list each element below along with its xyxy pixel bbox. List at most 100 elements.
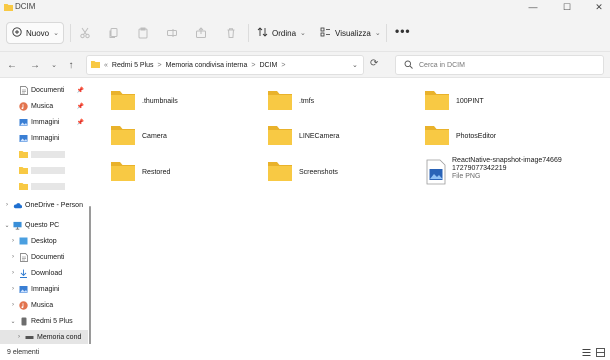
maximize-button[interactable]: ☐ xyxy=(556,0,578,14)
sidebar-item-musica[interactable]: Musica 📌 xyxy=(0,99,88,113)
expand-chevron-icon[interactable]: › xyxy=(9,254,17,260)
sidebar-item-hidden-folder[interactable] xyxy=(0,163,88,177)
sidebar-item-download[interactable]: › Download xyxy=(0,266,88,280)
sidebar-item-hidden-folder[interactable] xyxy=(0,179,88,193)
share-icon[interactable] xyxy=(194,26,208,40)
drive-icon xyxy=(25,333,34,342)
item-name: Restored xyxy=(142,168,171,176)
minimize-button[interactable]: — xyxy=(522,0,544,14)
sidebar-item-immagini[interactable]: Immagini 📌 xyxy=(0,115,88,129)
collapse-chevron-icon[interactable]: ⌄ xyxy=(3,222,11,229)
redacted-label xyxy=(31,182,65,190)
pictures-icon xyxy=(19,285,28,294)
sort-dropdown[interactable]: Ordina ⌄ xyxy=(257,26,306,40)
view-dropdown[interactable]: Visualizza ⌄ xyxy=(320,26,381,40)
command-bar: Nuovo ⌄ Ordina ⌄ Visualizza ⌄ ••• xyxy=(0,14,610,52)
sidebar-item-hidden-folder[interactable] xyxy=(0,147,88,161)
pin-icon[interactable]: 📌 xyxy=(77,87,84,94)
sidebar-item-onedrive[interactable]: › OneDrive - Person xyxy=(0,198,88,212)
pictures-icon xyxy=(19,134,28,143)
search-icon xyxy=(404,60,413,71)
sidebar-item-desktop[interactable]: › Desktop xyxy=(0,234,88,248)
chevron-down-icon: ⌄ xyxy=(300,30,306,37)
sidebar-item-documenti[interactable]: Documenti 📌 xyxy=(0,83,88,97)
delete-icon[interactable] xyxy=(224,26,238,40)
sidebar-item-immagini-2[interactable]: Immagini xyxy=(0,131,88,145)
sidebar-item-label: Musica xyxy=(31,102,54,110)
folder-item[interactable]: LINECamera xyxy=(267,121,339,151)
folder-item[interactable]: PhotosEditor xyxy=(424,121,496,151)
file-item[interactable]: ReactNative-snapshot-image74669 17279077… xyxy=(426,157,562,189)
details-view-icon[interactable] xyxy=(582,348,591,357)
sidebar-item-label: Download xyxy=(31,269,63,277)
chevron-down-icon: ⌄ xyxy=(374,30,381,37)
png-file-icon xyxy=(426,159,446,187)
new-button[interactable]: Nuovo ⌄ xyxy=(6,22,64,44)
sidebar-item-pc-documenti[interactable]: › Documenti xyxy=(0,250,88,264)
cloud-icon xyxy=(13,201,22,210)
more-options-button[interactable]: ••• xyxy=(395,24,411,38)
breadcrumb-redmi[interactable]: Redmi 5 Plus xyxy=(112,62,154,69)
expand-chevron-icon[interactable]: › xyxy=(3,202,11,208)
recent-chevron-icon[interactable]: ⌄ xyxy=(48,58,60,72)
up-arrow-icon[interactable]: ↑ xyxy=(65,58,77,72)
item-name: PhotosEditor xyxy=(456,132,497,140)
folder-icon xyxy=(19,150,28,159)
sidebar-item-label: Desktop xyxy=(31,237,57,245)
refresh-icon[interactable]: ⟳ xyxy=(370,58,378,69)
cut-icon[interactable] xyxy=(78,26,92,40)
search-input[interactable]: Cerca in DCIM xyxy=(419,62,465,69)
address-history-chevron-icon[interactable]: ⌄ xyxy=(352,61,358,69)
folder-item[interactable]: 100PINT xyxy=(424,86,484,116)
breadcrumb-separator: > xyxy=(157,61,162,69)
tiles-view-icon[interactable] xyxy=(596,348,605,357)
file-list: .thumbnails .tmfs 100PINT Camera LINECam… xyxy=(96,78,610,344)
pictures-icon xyxy=(19,118,28,127)
documents-icon xyxy=(19,252,28,262)
sidebar-item-label: Questo PC xyxy=(25,221,60,229)
breadcrumb-internal-storage[interactable]: Memoria condivisa interna xyxy=(166,62,248,69)
sidebar-item-redmi[interactable]: ⌄ Redmi 5 Plus xyxy=(0,314,88,328)
expand-chevron-icon[interactable]: › xyxy=(9,270,17,276)
folder-item[interactable]: .thumbnails xyxy=(110,86,178,116)
file-item-text: ReactNative-snapshot-image74669 17279077… xyxy=(452,157,562,180)
expand-chevron-icon[interactable]: › xyxy=(9,302,17,308)
sidebar-item-internal-storage[interactable]: › Memoria cond xyxy=(0,330,88,344)
breadcrumb-separator: > xyxy=(281,61,286,69)
address-bar[interactable]: « Redmi 5 Plus > Memoria condivisa inter… xyxy=(86,55,364,75)
item-name: 100PINT xyxy=(456,97,484,105)
folder-item[interactable]: Restored xyxy=(110,157,170,187)
close-button[interactable]: ✕ xyxy=(588,0,610,14)
expand-chevron-icon[interactable]: › xyxy=(9,238,17,244)
folder-item[interactable]: Camera xyxy=(110,121,167,151)
folder-icon xyxy=(267,89,293,113)
search-box[interactable]: Cerca in DCIM xyxy=(395,55,604,75)
sidebar-item-pc-musica[interactable]: › Musica xyxy=(0,298,88,312)
folder-icon xyxy=(91,60,100,70)
forward-arrow-icon[interactable]: → xyxy=(29,58,41,72)
redacted-label xyxy=(31,166,65,174)
sidebar-item-label: Memoria cond xyxy=(37,333,82,341)
expand-chevron-icon[interactable]: › xyxy=(15,334,23,340)
breadcrumb-overflow[interactable]: « xyxy=(104,62,108,69)
sidebar-item-label: Documenti xyxy=(31,253,65,261)
expand-chevron-icon[interactable]: › xyxy=(9,286,17,292)
sidebar-item-pc-immagini[interactable]: › Immagini xyxy=(0,282,88,296)
folder-item[interactable]: .tmfs xyxy=(267,86,314,116)
pin-icon[interactable]: 📌 xyxy=(77,119,84,126)
pin-icon[interactable]: 📌 xyxy=(77,103,84,110)
divider xyxy=(248,24,249,42)
paste-icon[interactable] xyxy=(136,26,150,40)
documents-icon xyxy=(19,85,28,95)
sidebar-item-this-pc[interactable]: ⌄ Questo PC xyxy=(0,218,88,232)
music-icon xyxy=(19,101,28,111)
back-arrow-icon[interactable]: ← xyxy=(6,58,18,72)
rename-icon[interactable] xyxy=(165,26,179,40)
copy-icon[interactable] xyxy=(107,26,121,40)
breadcrumb-dcim[interactable]: DCIM xyxy=(259,62,277,69)
sidebar-scrollbar[interactable] xyxy=(89,206,91,344)
item-type: File PNG xyxy=(452,173,481,180)
view-label: Visualizza xyxy=(335,28,371,38)
collapse-chevron-icon[interactable]: ⌄ xyxy=(9,318,17,325)
folder-item[interactable]: Screenshots xyxy=(267,157,338,187)
